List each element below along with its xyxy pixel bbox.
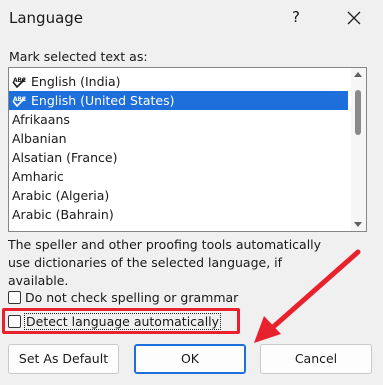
language-label: Amharic: [12, 169, 64, 184]
help-button[interactable]: ?: [287, 8, 305, 28]
language-listbox[interactable]: ABC English (India) ABC English (United Sta…: [8, 67, 367, 232]
language-list-item[interactable]: Arabic (Bahrain): [9, 205, 348, 224]
cancel-button[interactable]: Cancel: [260, 344, 372, 374]
language-label: Afrikaans: [12, 112, 70, 127]
dialog-title: Language: [9, 9, 84, 27]
scroll-thumb[interactable]: [355, 90, 361, 135]
language-label: English (India): [31, 74, 121, 89]
annotation-highlight-box: [2, 308, 240, 334]
language-list-item[interactable]: Afrikaans: [9, 110, 348, 129]
close-button[interactable]: [343, 6, 365, 30]
close-icon: [347, 11, 361, 25]
no-check-option[interactable]: Do not check spelling or grammar: [8, 288, 238, 306]
spellcheck-icon: ABC: [12, 74, 28, 88]
scroll-up-arrow-icon[interactable]: [354, 72, 362, 77]
scroll-down-arrow-icon[interactable]: [354, 222, 362, 227]
language-label: Alsatian (France): [12, 150, 118, 165]
language-list-item[interactable]: ABC English (United States): [9, 91, 348, 110]
language-label: Arabic (Algeria): [12, 188, 110, 203]
set-as-default-button[interactable]: Set As Default: [8, 344, 119, 374]
language-label: Albanian: [12, 131, 67, 146]
language-list-item[interactable]: Alsatian (France): [9, 148, 348, 167]
no-check-label: Do not check spelling or grammar: [25, 289, 239, 305]
language-list-item[interactable]: ABC English (India): [9, 72, 348, 91]
ok-button[interactable]: OK: [134, 344, 246, 374]
no-check-checkbox[interactable]: [8, 290, 21, 304]
language-list-label: Mark selected text as:: [9, 49, 148, 64]
list-scrollbar[interactable]: [351, 68, 366, 231]
language-list-item[interactable]: Albanian: [9, 129, 348, 148]
language-label: English (United States): [31, 93, 175, 108]
language-list-item[interactable]: Amharic: [9, 167, 348, 186]
title-bar: Language ?: [0, 0, 383, 38]
language-list-item[interactable]: Arabic (Algeria): [9, 186, 348, 205]
proofing-description: The speller and other proofing tools aut…: [8, 237, 322, 288]
language-label: Arabic (Bahrain): [12, 207, 114, 222]
spellcheck-icon: ABC: [12, 93, 28, 107]
